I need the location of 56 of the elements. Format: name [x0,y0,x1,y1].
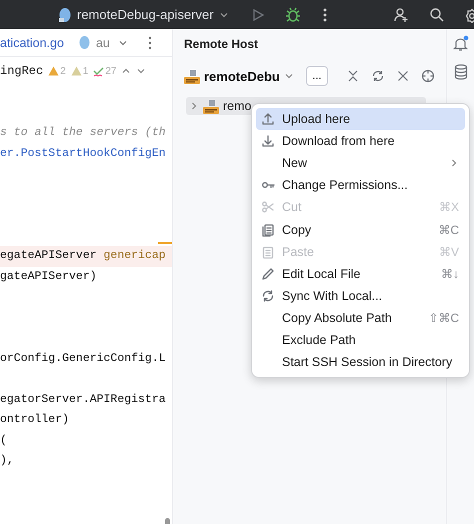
panel-title: Remote Host [184,37,258,51]
menu-item[interactable]: New [256,152,465,174]
next-icon[interactable] [136,66,146,76]
code-line: orConfig.GenericConfig.L [0,352,166,364]
download-icon [261,134,275,148]
menu-item[interactable]: Edit Local File ⌘↓ [256,262,465,285]
menu-item[interactable]: Copy Absolute Path ⇧⌘C [256,306,465,329]
code-comment: s to all the servers (th [0,126,166,139]
sync-icon [261,288,275,303]
server-name[interactable]: remoteDebu [204,68,280,84]
clipboard-icon [261,244,275,259]
menu-item[interactable]: Sync With Local... [256,284,465,307]
menu-item[interactable]: Exclude Path [256,328,465,352]
file-icon [78,35,91,50]
upload-icon [261,112,275,126]
code-line: ontroller) [0,413,70,426]
notification-icon[interactable] [452,35,468,52]
menu-item[interactable]: Change Permissions... [256,174,465,196]
warning-icon [48,66,60,76]
editor-tab[interactable]: au [78,35,110,50]
copy-icon [261,222,275,237]
more-button[interactable]: ... [306,66,328,86]
chevron-icon [189,101,199,111]
sftp-server-icon [203,98,219,114]
search-icon[interactable] [428,7,444,22]
code-line: egateAPIServer genericap [0,249,166,262]
more-icon[interactable] [148,36,152,50]
code-line: egatorServer.APIRegistra [0,392,166,406]
file-icon [58,6,72,22]
more-icon[interactable] [322,8,327,22]
code-line: er.PostStartHookConfigEn [0,146,166,160]
close-icon[interactable] [396,69,410,83]
play-icon[interactable] [250,8,265,22]
warning-icon [70,66,82,76]
database-icon[interactable] [454,64,468,80]
editor-tab[interactable]: atication.go [0,36,64,50]
run-configuration-dropdown[interactable]: remoteDebug-apiserver [58,6,229,22]
menu-item[interactable]: Upload here [256,108,465,130]
bug-icon[interactable] [284,6,301,22]
code-line: ( [0,434,7,446]
breadcrumb: ingRec [0,64,44,78]
scrollbar-thumb[interactable] [165,518,170,524]
sftp-server-icon [184,68,200,84]
menu-item[interactable]: Start SSH Session in Directory [256,351,465,374]
crosshair-icon[interactable] [420,69,435,83]
menu-item[interactable]: Download from here [256,130,465,152]
scissors-icon [261,200,275,214]
menu-item[interactable]: Copy ⌘C [256,218,465,241]
refresh-icon[interactable] [370,69,385,83]
server-dropdown-icon[interactable] [284,71,294,81]
collapse-icon[interactable] [346,69,360,83]
pencil-icon [261,266,275,281]
add-user-icon[interactable] [392,6,409,22]
code-line: gateAPIServer) [0,270,97,282]
check-icon [93,66,104,76]
code-line: ), [0,454,14,467]
